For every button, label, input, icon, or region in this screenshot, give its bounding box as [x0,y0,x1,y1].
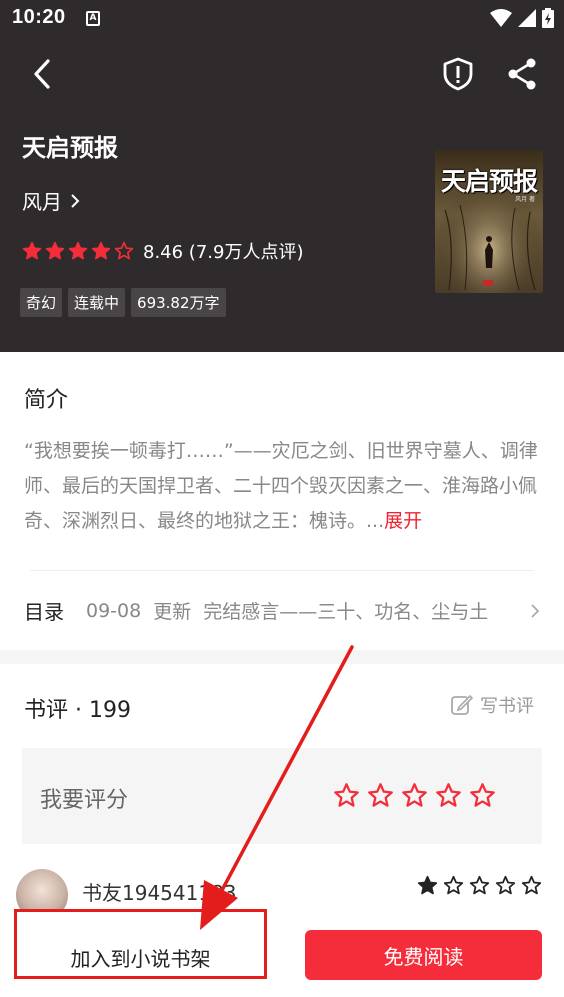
toc-update-date: 09-08 [86,599,142,622]
intro-body: “我想要挨一顿毒打……”——灾厄之剑、旧世界守墓人、调律师、最后的天国捍卫者、二… [24,440,538,532]
star-outline-icon [470,783,495,807]
rate-box: 我要评分 [22,748,542,844]
review-stars [417,875,542,896]
star-outline-icon [495,875,516,895]
cover-title: 天启预报 [441,167,538,196]
expand-link[interactable]: 展开 [384,510,422,532]
shield-alert-icon [443,57,473,91]
cover-author: 风月 著 [515,196,535,203]
author-link[interactable]: 风月 [22,186,80,215]
star-filled-icon [45,241,65,260]
star-outline-icon [334,783,359,807]
rate-prompt: 我要评分 [40,788,129,813]
free-read-button[interactable]: 免费阅读 [305,930,542,980]
star-outline-icon [114,241,134,260]
chevron-right-icon [71,193,80,208]
star-filled-icon [68,241,88,260]
latest-chapter: 完结感言——三十、功名、尘与土 [203,601,489,623]
status-time: 10:20 [12,6,66,28]
toc-update-label: 更新 [153,601,192,623]
star-outline-icon [469,875,490,895]
rate-stars-input[interactable] [333,782,496,809]
star-outline-icon [436,783,461,807]
edit-icon [451,694,474,715]
tag-wordcount: 693.82万字 [131,288,226,317]
star-outline-icon [443,875,464,895]
tag-status: 连载中 [68,288,126,317]
chevron-right-icon [531,603,540,618]
star-outline-icon [402,783,427,807]
chevron-left-icon [34,59,50,89]
bottom-action-bar: 加入到小说书架 免费阅读 [0,909,564,997]
reviewer-name: 书友194541183 [82,881,237,905]
star-filled-icon [22,241,42,260]
toc-label: 目录 [24,600,64,624]
share-icon [508,58,536,90]
rating-stars [22,241,134,261]
share-button[interactable] [500,52,544,96]
book-cover[interactable]: 天启预报 风月 著 [435,150,543,293]
battery-icon [542,8,554,28]
intro-text: “我想要挨一顿毒打……”——灾厄之剑、旧世界守墓人、调律师、最后的天国捍卫者、二… [24,434,540,539]
divider [30,570,534,571]
book-tags: 奇幻 连载中 693.82万字 [20,288,226,317]
book-title: 天启预报 [22,134,118,162]
table-of-contents-row[interactable]: 目录 09-08 更新 完结感言——三十、功名、尘与土 [24,596,540,625]
author-name: 风月 [22,190,62,214]
reviews-heading: 书评 · 199 [24,698,131,723]
add-to-shelf-button[interactable]: 加入到小说书架 [14,909,267,979]
status-icons [490,8,554,28]
write-review-button[interactable]: 写书评 [450,692,534,718]
book-rating: 8.46 (7.9万人点评) [22,238,303,264]
intro-heading: 简介 [24,388,69,413]
report-button[interactable] [436,52,480,96]
tag-genre: 奇幻 [20,288,63,317]
signal-icon [518,9,536,27]
wifi-icon [490,9,512,27]
back-button[interactable] [20,52,64,96]
book-header: 10:20 A 天启预报 风月 8.46 (7.9万人点评) 奇幻 连载中 69… [0,0,564,352]
star-outline-icon [368,783,393,807]
star-outline-icon [521,875,542,895]
intro-section: 简介 “我想要挨一顿毒打……”——灾厄之剑、旧世界守墓人、调律师、最后的天国捍卫… [0,352,564,650]
write-review-label: 写书评 [480,696,534,717]
star-filled-icon [91,241,111,260]
rating-text: 8.46 (7.9万人点评) [143,242,304,263]
star-filled-icon [417,875,438,895]
status-bar: 10:20 A [0,0,564,36]
notification-icon: A [86,11,100,26]
